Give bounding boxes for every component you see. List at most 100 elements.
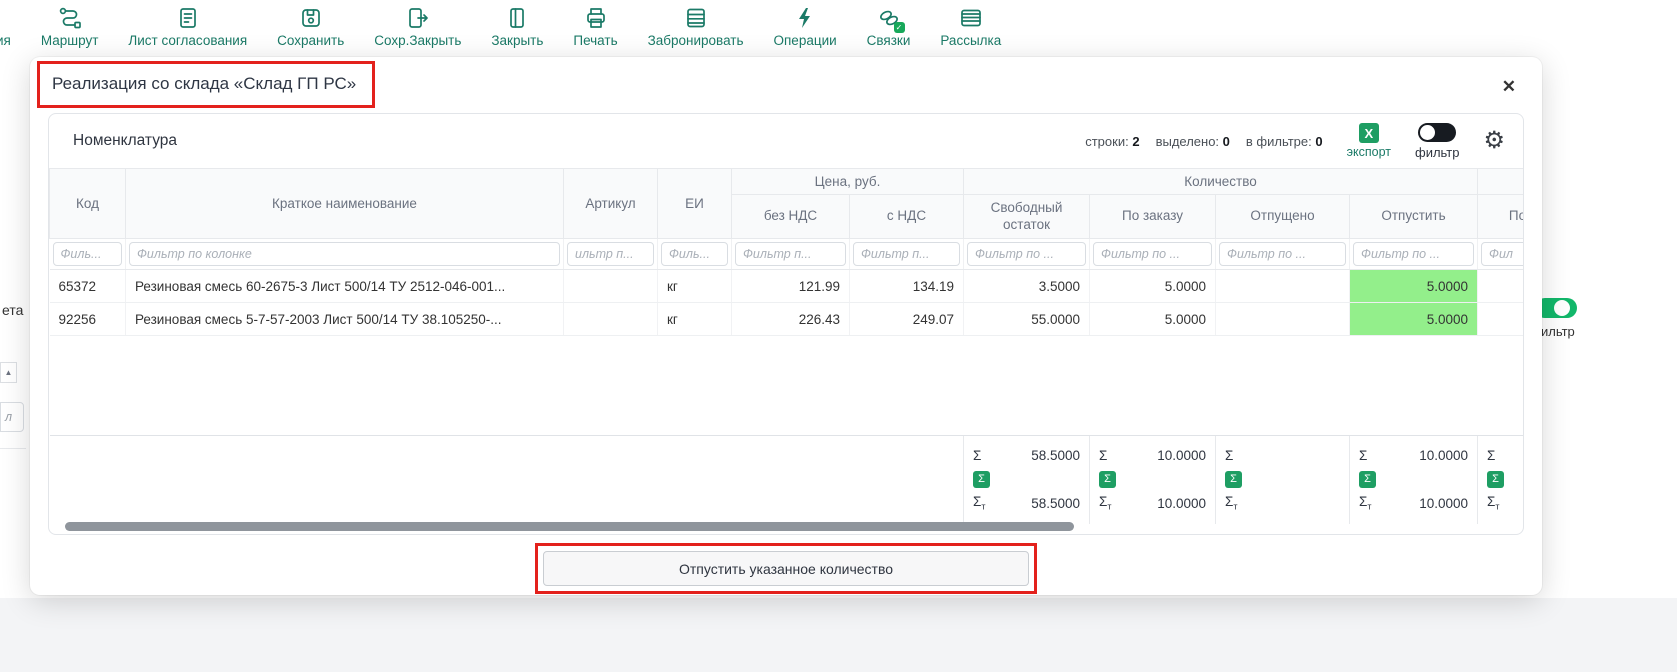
sigma-button[interactable]: Σ [1359, 471, 1376, 488]
toolbar-item-operations[interactable]: Операции [774, 5, 837, 48]
approval-sheet-icon [175, 5, 201, 31]
empty-table-area [50, 336, 1525, 436]
group-header-price: Цена, руб. [732, 169, 964, 195]
filter-input-name[interactable] [129, 242, 560, 266]
toolbar-item-attachments[interactable]: жения [0, 5, 11, 48]
cell-cut [1478, 270, 1524, 303]
route-icon [57, 5, 83, 31]
table-stats: строки: 2 выделено: 0 в фильтре: 0 [1085, 134, 1322, 149]
cell-price-no-vat: 121.99 [732, 270, 850, 303]
filter-input-price-no-vat[interactable] [735, 242, 846, 266]
filter-input-price-vat[interactable] [853, 242, 960, 266]
toolbar-item-links[interactable]: ✓ Связки [867, 5, 911, 48]
save-icon [298, 5, 324, 31]
filter-input-unit[interactable] [661, 242, 728, 266]
column-header-unit[interactable]: ЕИ [658, 169, 732, 239]
toggle-knob [1420, 125, 1435, 140]
release-quantity-button[interactable]: Отпустить указанное количество [543, 551, 1029, 586]
filter-input-released[interactable] [1219, 242, 1346, 266]
toolbar-item-label: Маршрут [41, 33, 99, 48]
cell-cut [1478, 303, 1524, 336]
table-row[interactable]: 65372 Резиновая смесь 60-2675-3 Лист 500… [50, 270, 1525, 303]
modal-title: Реализация со склада «Склад ГП РС» [52, 74, 356, 93]
background-filter-input-fragment[interactable]: л [0, 402, 24, 432]
summary-row: Σ58.5000 Σ Σт58.5000 Σ10.0000 Σ Σт10.000… [50, 436, 1525, 524]
stat-filtered-value: 0 [1315, 134, 1322, 149]
filter-input-by-order[interactable] [1093, 242, 1212, 266]
summary-sum-total: 10.0000 [1419, 496, 1468, 511]
column-header-to-release[interactable]: Отпустить [1350, 195, 1478, 239]
excel-icon: X [1359, 123, 1379, 143]
panel-header: Номенклатура строки: 2 выделено: 0 в фил… [49, 114, 1523, 168]
mailing-icon [958, 5, 984, 31]
summary-released: Σ Σ Σт [1216, 436, 1350, 524]
attachment-icon [0, 5, 4, 31]
sigma-icon: Σ [1225, 448, 1233, 463]
column-header-cut[interactable]: По [1478, 195, 1524, 239]
filter-input-free-stock[interactable] [967, 242, 1086, 266]
cell-name: Резиновая смесь 5-7-57-2003 Лист 500/14 … [126, 303, 564, 336]
operations-icon [792, 5, 818, 31]
column-header-released[interactable]: Отпущено [1216, 195, 1350, 239]
toolbar-item-save-close[interactable]: Сохр.Закрыть [374, 5, 461, 48]
sigma-button[interactable]: Σ [1099, 471, 1116, 488]
filter-input-code[interactable] [53, 242, 123, 266]
toolbar-item-route[interactable]: Маршрут [41, 5, 99, 48]
toolbar-item-label: жения [0, 33, 11, 48]
cell-to-release-editable[interactable]: 5.0000 [1350, 270, 1478, 303]
toolbar-item-save[interactable]: Сохранить [277, 5, 344, 48]
cell-unit: кг [658, 270, 732, 303]
cell-free-stock: 55.0000 [964, 303, 1090, 336]
background-label-fragment: ета [2, 302, 23, 318]
page-background-band [0, 598, 1677, 672]
summary-sum-total: 58.5000 [1031, 496, 1080, 511]
cell-to-release-editable[interactable]: 5.0000 [1350, 303, 1478, 336]
column-header-price-no-vat[interactable]: без НДС [732, 195, 850, 239]
cell-article [564, 270, 658, 303]
toolbar-item-print[interactable]: Печать [573, 5, 617, 48]
column-header-article[interactable]: Артикул [564, 169, 658, 239]
gear-icon[interactable]: ⚙ [1483, 129, 1505, 153]
filter-input-to-release[interactable] [1353, 242, 1474, 266]
filter-toggle[interactable]: фильтр [1415, 123, 1459, 160]
summary-sum: 10.0000 [1419, 448, 1468, 463]
export-button[interactable]: X экспорт [1347, 123, 1391, 159]
toolbar-item-label: Сохр.Закрыть [374, 33, 461, 48]
cell-released [1216, 303, 1350, 336]
column-header-price-vat[interactable]: с НДС [850, 195, 964, 239]
column-header-name[interactable]: Краткое наименование [126, 169, 564, 239]
close-icon[interactable]: ✕ [1502, 77, 1516, 97]
summary-free-stock: Σ58.5000 Σ Σт58.5000 [964, 436, 1090, 524]
table-row[interactable]: 92256 Резиновая смесь 5-7-57-2003 Лист 5… [50, 303, 1525, 336]
filter-input-article[interactable] [567, 242, 654, 266]
panel-title: Номенклатура [73, 132, 177, 150]
column-header-by-order[interactable]: По заказу [1090, 195, 1216, 239]
column-header-code[interactable]: Код [50, 169, 126, 239]
toolbar-item-label: Лист согласования [128, 33, 247, 48]
background-filter-toggle-label: ильтр [1541, 324, 1575, 339]
column-header-free-stock[interactable]: Свободный остаток [964, 195, 1090, 239]
toolbar-item-approval-sheet[interactable]: Лист согласования [128, 5, 247, 48]
scrollbar-thumb[interactable] [65, 522, 1074, 531]
sigma-button[interactable]: Σ [1487, 471, 1504, 488]
sigma-icon: Σ [1487, 448, 1495, 463]
stat-rows-label: строки: [1085, 134, 1128, 149]
horizontal-scrollbar[interactable] [55, 522, 1517, 532]
sigma-button[interactable]: Σ [1225, 471, 1242, 488]
title-annotation-box: Реализация со склада «Склад ГП РС» [37, 61, 375, 108]
cell-code: 92256 [50, 303, 126, 336]
modal-header: Реализация со склада «Склад ГП РС» ✕ [30, 57, 1542, 108]
toolbar-item-mailing[interactable]: Рассылка [940, 5, 1001, 48]
filter-toggle-track[interactable] [1418, 123, 1456, 142]
sigma-button[interactable]: Σ [973, 471, 990, 488]
toolbar-item-label: Операции [774, 33, 837, 48]
realization-modal: Реализация со склада «Склад ГП РС» ✕ Ном… [30, 57, 1542, 595]
top-toolbar: жения Маршрут Лист согласования Сохранит… [0, 0, 1677, 56]
toolbar-item-close[interactable]: Закрыть [491, 5, 543, 48]
sigma-icon: Σ [973, 448, 981, 463]
stat-selected-label: выделено: [1156, 134, 1219, 149]
summary-cut: Σ Σ Σт [1478, 436, 1524, 524]
toolbar-item-reserve[interactable]: Забронировать [648, 5, 744, 48]
filter-input-cut[interactable] [1481, 242, 1524, 266]
collapse-caret-icon[interactable]: ▲ [0, 362, 17, 383]
